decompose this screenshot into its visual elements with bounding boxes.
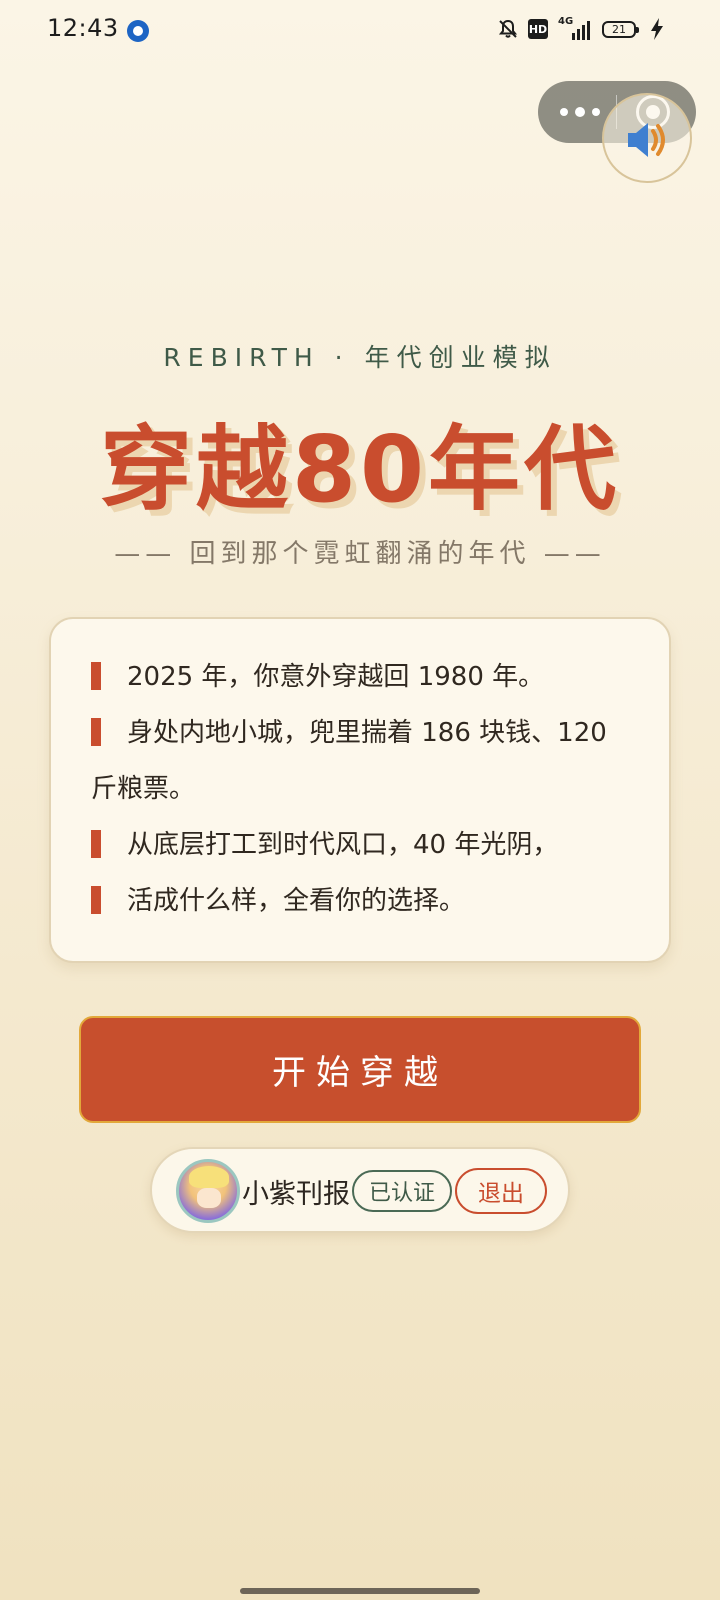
eyebrow-subtitle: REBIRTH · 年代创业模拟 [163, 343, 557, 372]
bell-muted-icon [498, 19, 518, 39]
battery-level: 21 [612, 22, 626, 36]
verified-badge: 已认证 [352, 1170, 452, 1212]
more-icon[interactable] [560, 103, 600, 121]
home-indicator[interactable] [240, 1588, 480, 1594]
start-button[interactable]: 开始穿越 [79, 1016, 641, 1123]
user-name: 小紫刊报 [242, 1179, 350, 1210]
bullet-mark [91, 830, 101, 858]
logout-button[interactable]: 退出 [455, 1168, 547, 1214]
intro-text: 身处内地小城，兜里揣着 186 块钱、120 斤粮票。 [91, 718, 607, 804]
battery-icon: 21 [602, 20, 639, 38]
intro-text: 活成什么样，全看你的选择。 [127, 886, 466, 916]
status-icons: HD 4G 21 [498, 16, 664, 40]
bullet-mark [91, 662, 101, 690]
bullet-mark [91, 718, 101, 746]
intro-card: 2025 年，你意外穿越回 1980 年。 身处内地小城，兜里揣着 186 块钱… [49, 617, 671, 963]
avatar [176, 1159, 240, 1223]
intro-line: 从底层打工到时代风口，40 年光阴， [91, 817, 629, 873]
user-pill: 小紫刊报 已认证 退出 [150, 1147, 570, 1233]
intro-text: 从底层打工到时代风口，40 年光阴， [127, 830, 559, 860]
intro-text: 2025 年，你意外穿越回 1980 年。 [127, 662, 545, 692]
sound-toggle-button[interactable] [602, 93, 692, 183]
charging-icon [651, 18, 663, 40]
network-type: 4G [558, 16, 574, 27]
page-title: 穿越80年代 [99, 416, 621, 523]
signal-icon: 4G [558, 16, 592, 40]
intro-line: 2025 年，你意外穿越回 1980 年。 [91, 649, 629, 705]
status-time: 12:43 [47, 14, 119, 42]
hd-icon: HD [528, 19, 548, 39]
intro-line: 身处内地小城，兜里揣着 186 块钱、120 斤粮票。 [91, 705, 629, 817]
tagline: —— 回到那个霓虹翻涌的年代 —— [114, 539, 606, 569]
bullet-mark [91, 886, 101, 914]
intro-line: 活成什么样，全看你的选择。 [91, 873, 629, 929]
app-notification-icon [127, 20, 149, 42]
speaker-icon [628, 123, 665, 157]
status-bar: 12:43 HD 4G 21 [0, 0, 720, 62]
